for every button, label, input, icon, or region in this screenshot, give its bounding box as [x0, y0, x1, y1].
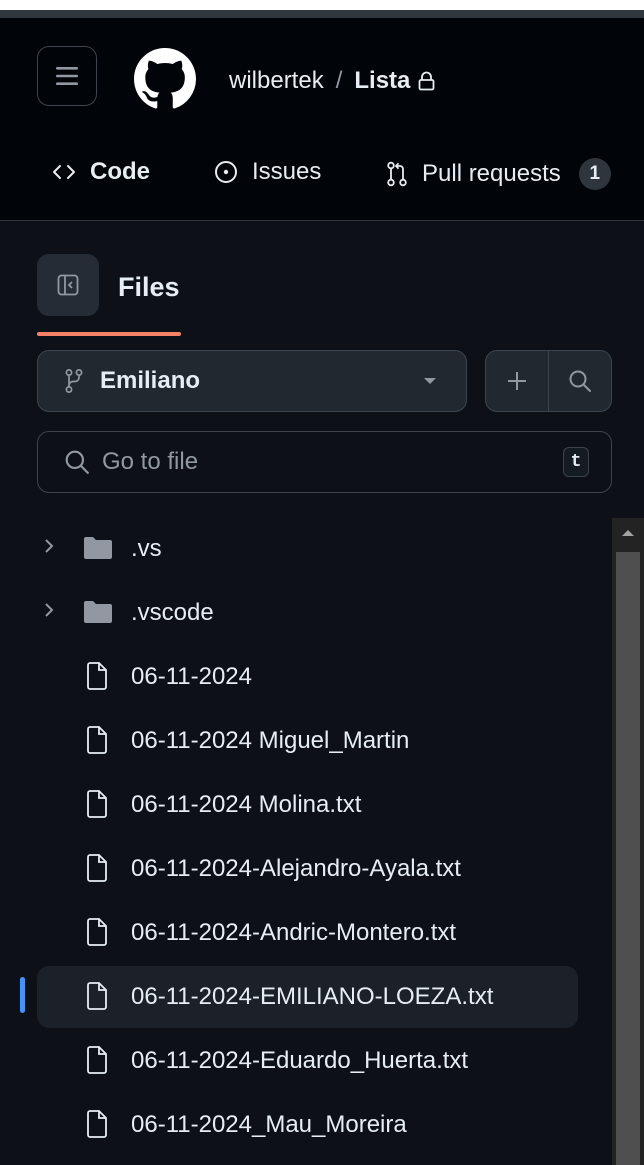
git-branch-icon — [65, 369, 83, 393]
branch-selector-button[interactable]: Emiliano — [37, 350, 467, 412]
issue-opened-icon — [215, 161, 237, 183]
file-icon — [87, 1046, 107, 1074]
folder-icon — [84, 601, 112, 623]
tab-code-label: Code — [90, 158, 150, 185]
tree-item-folder[interactable]: .vscode — [37, 582, 578, 644]
tree-item-label: 06-11-2024 — [131, 663, 252, 690]
file-icon — [87, 1110, 107, 1138]
sidebar-collapse-icon — [57, 274, 79, 296]
repo-owner-link[interactable]: wilbertek — [229, 67, 324, 95]
file-icon — [87, 918, 107, 946]
files-panel-title: Files — [118, 272, 180, 302]
selected-item-indicator — [20, 977, 25, 1013]
github-logo-icon[interactable] — [134, 48, 196, 110]
code-icon — [53, 165, 75, 179]
tree-item-file[interactable]: 06-11-2024 — [37, 646, 578, 708]
file-actions-group — [485, 350, 612, 412]
branch-name: Emiliano — [100, 367, 201, 394]
file-icon — [87, 854, 107, 882]
tree-item-label: 06-11-2024-Andric-Montero.txt — [131, 919, 457, 946]
hamburger-icon — [56, 67, 78, 85]
file-icon — [87, 790, 107, 818]
search-icon — [569, 370, 591, 392]
tab-issues[interactable]: Issues — [214, 158, 321, 186]
repo-tabs: Code Issues Pull requests 1 — [0, 136, 644, 336]
breadcrumb-separator: / — [335, 67, 343, 94]
tab-code[interactable]: Code — [52, 158, 150, 186]
window-top-border — [0, 10, 644, 18]
tree-item-label: 06-11-2024-EMILIANO-LOEZA.txt — [131, 983, 494, 1010]
scroll-up-arrow-icon[interactable] — [622, 530, 634, 536]
pull-requests-counter: 1 — [578, 158, 611, 190]
tree-item-label: 06-11-2024 Miguel_Martin — [131, 727, 410, 754]
global-menu-button[interactable] — [37, 46, 97, 106]
file-icon — [87, 726, 107, 754]
git-pull-request-icon — [387, 161, 407, 187]
scrollbar-thumb[interactable] — [616, 552, 640, 1165]
tree-item-file-selected[interactable]: 06-11-2024-EMILIANO-LOEZA.txt — [37, 966, 578, 1028]
tab-pull-requests-label: Pull requests — [422, 160, 561, 187]
plus-icon — [508, 372, 526, 390]
repo-name-link[interactable]: Lista — [354, 67, 410, 95]
add-file-button[interactable] — [486, 351, 548, 411]
chevron-right-icon — [45, 539, 54, 553]
go-to-file-field[interactable]: t — [37, 431, 612, 493]
tab-issues-label: Issues — [252, 158, 322, 185]
tree-item-file[interactable]: 06-11-2024-Andric-Montero.txt — [37, 902, 578, 964]
tree-item-label: .vs — [131, 535, 162, 562]
tree-item-file[interactable]: 06-11-2024 Miguel_Martin — [37, 710, 578, 772]
file-icon — [87, 982, 107, 1010]
tree-item-file[interactable]: 06-11-2024_Mau_Moreira — [37, 1094, 578, 1156]
file-tree: .vs .vscode 06-11-2024 06-11-2024 Miguel… — [0, 518, 612, 1165]
keyboard-shortcut-badge: t — [563, 447, 589, 477]
repo-breadcrumb: wilbertek / Lista — [229, 67, 435, 95]
tree-item-file[interactable]: 06-11-2024-Eduardo_Huerta.txt — [37, 1030, 578, 1092]
tree-item-label: 06-11-2024-Alejandro-Ayala.txt — [131, 855, 461, 882]
files-panel-toggle-button[interactable] — [37, 254, 99, 316]
search-icon — [65, 450, 89, 474]
tree-item-file[interactable]: 06-11-2024-Alejandro-Ayala.txt — [37, 838, 578, 900]
tree-item-label: 06-11-2024_Mau_Moreira — [131, 1111, 407, 1138]
file-icon — [87, 662, 107, 690]
folder-icon — [84, 537, 112, 559]
tree-item-label: 06-11-2024 Molina.txt — [131, 791, 362, 818]
triangle-down-icon — [424, 378, 436, 384]
tree-item-folder[interactable]: .vs — [37, 518, 578, 580]
go-to-file-input[interactable] — [102, 448, 563, 476]
search-code-button[interactable] — [548, 351, 611, 411]
tree-item-file[interactable]: 06-11-2024 Molina.txt — [37, 774, 578, 836]
lock-icon — [418, 71, 435, 91]
tree-item-label: 06-11-2024-Eduardo_Huerta.txt — [131, 1047, 469, 1074]
repo-header: wilbertek / Lista Code Issues Pull reque… — [0, 18, 644, 336]
window-top-strip — [0, 0, 644, 10]
active-tab-underline — [37, 332, 181, 336]
tab-pull-requests[interactable]: Pull requests 1 — [386, 158, 611, 190]
chevron-right-icon — [45, 603, 54, 617]
tree-item-label: .vscode — [131, 599, 214, 626]
